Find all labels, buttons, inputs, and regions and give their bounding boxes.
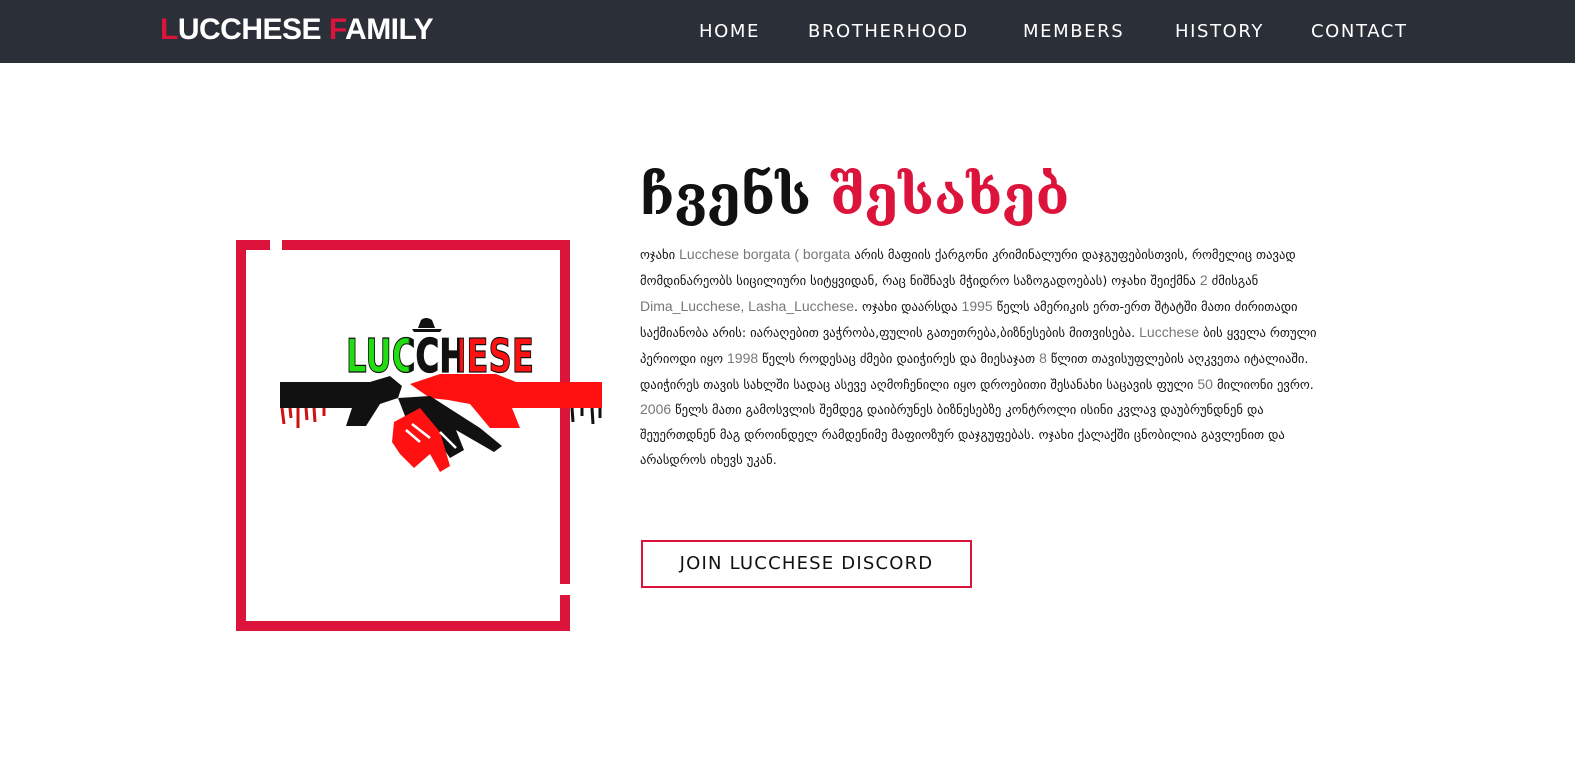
frame-left-segment — [236, 240, 246, 631]
paragraph-text: მილიონი ევრო. — [1212, 376, 1314, 392]
paragraph-highlight: 2 — [1199, 271, 1208, 288]
heading-accent-word: შესახებ — [830, 163, 1070, 227]
top-navbar: LUCCHESE FAMILY HOME BROTHERHOOD MEMBERS… — [0, 0, 1575, 63]
paragraph-highlight: Lucchese borgata ( borgata — [679, 246, 851, 262]
paragraph-text: ძმისგან — [1207, 272, 1259, 288]
frame-right-lower-segment — [560, 595, 570, 631]
nav-contact[interactable]: CONTACT — [1311, 21, 1408, 42]
nav-home[interactable]: HOME — [699, 21, 760, 42]
paragraph-text: წელს მათი გამოსვლის შემდეგ დაიბრუნეს ბიზ… — [640, 402, 1285, 468]
nav-members[interactable]: MEMBERS — [1023, 21, 1124, 42]
paragraph-highlight: Dima_Lucchese, Lasha_Lucchese — [640, 297, 855, 314]
nav-brotherhood[interactable]: BROTHERHOOD — [808, 21, 969, 42]
join-discord-button[interactable]: JOIN LUCCHESE DISCORD — [641, 540, 972, 588]
about-paragraph: ოჯახი Lucchese borgata ( borgata არის მა… — [640, 242, 1340, 473]
paragraph-highlight: 8 — [1039, 349, 1047, 366]
blood-drips-left-icon — [280, 407, 326, 428]
paragraph-highlight: 50 — [1197, 375, 1213, 392]
lucchese-logo-image: LUCCHESE — [280, 318, 602, 472]
paragraph-text: წელს როდესაც ძმები დაიჭირეს და მიესაჯათ — [758, 350, 1040, 366]
blood-drips-right-icon — [570, 407, 602, 425]
paragraph-text: . ოჯახი დაარსდა — [854, 298, 962, 314]
paragraph-text: ოჯახი — [640, 247, 680, 262]
frame-bottom-segment — [236, 621, 570, 631]
paragraph-highlight: 1995 — [961, 297, 993, 314]
about-heading: ჩვენს შესახებ — [640, 160, 1069, 230]
paragraph-highlight: 2006 — [640, 401, 672, 418]
paragraph-highlight: Lucchese — [1139, 323, 1200, 340]
main-nav: HOME BROTHERHOOD MEMBERS HISTORY CONTACT — [0, 21, 1575, 45]
nav-history[interactable]: HISTORY — [1175, 21, 1264, 42]
paragraph-highlight: 1998 — [727, 349, 759, 366]
frame-top-segment — [282, 240, 570, 250]
heading-dark-word: ჩვენს — [640, 163, 812, 227]
